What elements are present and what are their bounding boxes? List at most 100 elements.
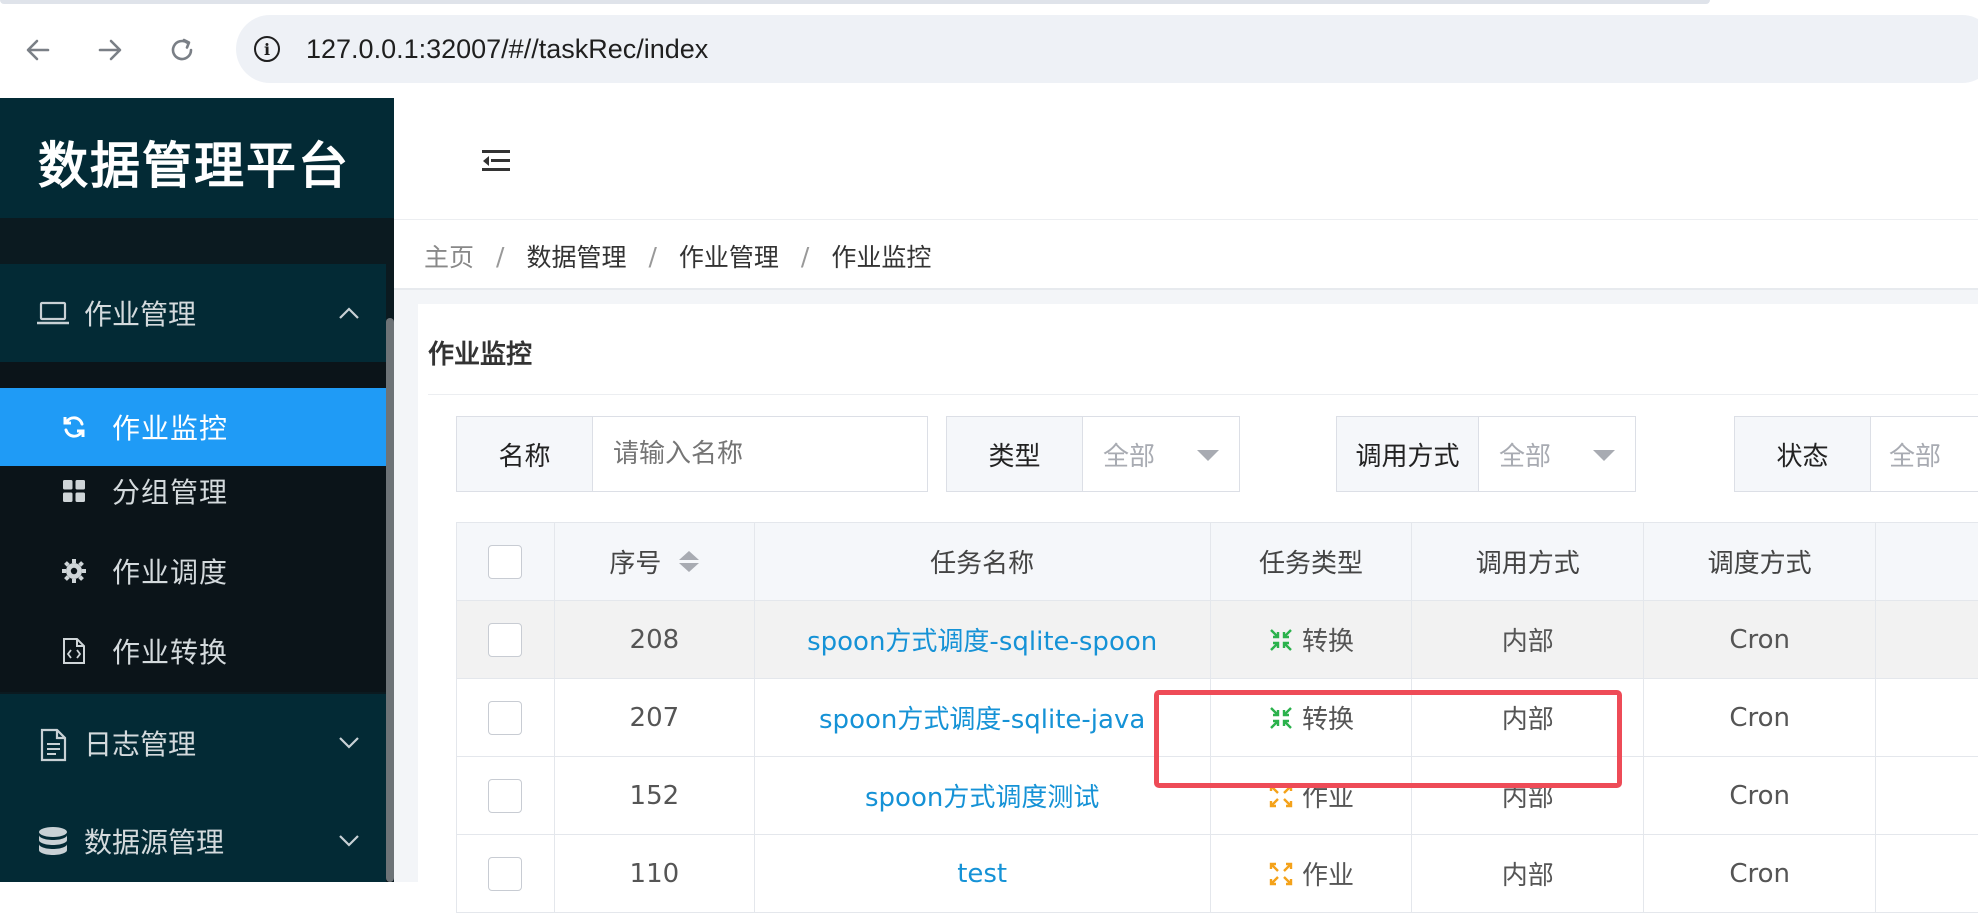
chevron-down-icon <box>338 731 360 756</box>
task-name-link[interactable]: spoon方式调度-sqlite-java <box>819 699 1145 736</box>
refresh-icon <box>60 413 88 441</box>
breadcrumb: 主页 / 数据管理 / 作业管理 / 作业监控 <box>424 236 931 276</box>
type-select[interactable]: 全部 <box>1083 417 1239 491</box>
divider <box>428 394 1978 395</box>
menu-group-datasource-management[interactable]: 数据源管理 <box>0 792 386 882</box>
table-header-row: 序号 任务名称 任务类型 调用方式 调度方式 <box>457 523 1978 601</box>
filter-status[interactable]: 状态 全部 <box>1734 416 1978 492</box>
cell-task-name: spoon方式调度-sqlite-java <box>755 679 1211 756</box>
task-name-link[interactable]: test <box>957 859 1007 889</box>
task-name-link[interactable]: spoon方式调度测试 <box>865 777 1099 814</box>
gear-icon <box>60 557 88 585</box>
row-checkbox-cell <box>457 601 555 678</box>
transform-icon <box>1270 706 1292 729</box>
cell-schedule: Cron <box>1644 757 1877 834</box>
filter-name: 名称 <box>456 416 928 492</box>
code-file-icon <box>60 637 88 665</box>
filter-type[interactable]: 类型 全部 <box>946 416 1240 492</box>
task-name-link[interactable]: spoon方式调度-sqlite-spoon <box>807 621 1157 658</box>
sidebar-item-label: 分组管理 <box>112 476 229 509</box>
menu-group-label: 作业管理 <box>84 298 197 331</box>
url-text[interactable]: 127.0.0.1:32007/#//taskRec/index <box>306 34 708 65</box>
row-checkbox-cell <box>457 835 555 912</box>
filter-label: 名称 <box>457 417 593 491</box>
cell-task-type: 转换 <box>1211 601 1413 678</box>
cell-invoke: 内部 <box>1412 679 1645 756</box>
cell-task-name: spoon方式调度测试 <box>755 757 1211 834</box>
job-table: 序号 任务名称 任务类型 调用方式 调度方式 208 spoon方式调度-sql… <box>456 522 1978 913</box>
header-label: 序号 <box>609 549 662 579</box>
cell-task-name: spoon方式调度-sqlite-spoon <box>755 601 1211 678</box>
page-title: 作业监控 <box>428 340 533 370</box>
sidebar-item-job-transform[interactable]: 作业转换 <box>0 612 386 690</box>
select-value: 全部 <box>1889 441 1942 472</box>
breadcrumb-item: 作业管理 <box>678 243 779 272</box>
cell-invoke: 内部 <box>1412 835 1645 912</box>
cell-invoke: 内部 <box>1412 601 1645 678</box>
header-task-name: 任务名称 <box>755 523 1211 600</box>
table-row[interactable]: 208 spoon方式调度-sqlite-spoon 转换 内部 Cron <box>457 601 1978 679</box>
reload-icon[interactable] <box>164 32 200 68</box>
caret-down-icon <box>1593 450 1615 461</box>
row-checkbox[interactable] <box>488 622 523 657</box>
top-header <box>394 98 1978 220</box>
document-icon <box>36 728 70 762</box>
breadcrumb-item: 数据管理 <box>526 243 627 272</box>
sidebar-scrollbar[interactable] <box>386 318 394 882</box>
select-value: 全部 <box>1499 441 1552 472</box>
caret-down-icon <box>1197 450 1219 461</box>
chevron-down-icon <box>338 829 360 854</box>
cell-extra <box>1876 835 1978 912</box>
menu-collapse-icon[interactable] <box>482 150 512 172</box>
status-select[interactable]: 全部 <box>1871 417 1978 491</box>
breadcrumb-home[interactable]: 主页 <box>424 238 474 274</box>
info-circle-icon[interactable]: i <box>254 36 280 62</box>
invoke-method-select[interactable]: 全部 <box>1479 417 1635 491</box>
database-icon <box>36 826 70 856</box>
select-value: 全部 <box>1103 441 1156 472</box>
filter-label: 状态 <box>1735 417 1871 491</box>
sort-icon[interactable] <box>679 551 700 572</box>
table-row[interactable]: 207 spoon方式调度-sqlite-java 转换 内部 Cron <box>457 679 1978 757</box>
sidebar-item-group-management[interactable]: 分组管理 <box>0 452 386 530</box>
menu-group-log-management[interactable]: 日志管理 <box>0 694 386 792</box>
filter-label: 调用方式 <box>1337 417 1479 491</box>
row-checkbox[interactable] <box>488 778 523 813</box>
breadcrumb-separator: / <box>496 241 505 271</box>
cell-schedule: Cron <box>1644 601 1877 678</box>
job-icon <box>1269 862 1293 885</box>
laptop-icon <box>36 298 70 328</box>
main-content: 主页 / 数据管理 / 作业管理 / 作业监控 作业监控 名称 类型 全部 调用… <box>394 98 1978 913</box>
menu-group-job-management[interactable]: 作业管理 <box>0 264 386 362</box>
header-invoke-method: 调用方式 <box>1412 523 1645 600</box>
sidebar-item-label: 作业监控 <box>112 412 229 445</box>
cell-id: 207 <box>555 679 755 756</box>
row-checkbox[interactable] <box>488 700 523 735</box>
cell-id: 208 <box>555 601 755 678</box>
app-logo-title: 数据管理平台 <box>38 137 350 195</box>
cell-task-type: 转换 <box>1211 679 1413 756</box>
grid-icon <box>60 477 88 505</box>
cell-task-name: test <box>755 835 1211 912</box>
header-checkbox-cell <box>457 523 555 600</box>
menu-group-label: 数据源管理 <box>84 826 225 859</box>
table-row[interactable]: 110 test 作业 内部 Cron <box>457 835 1978 913</box>
arrow-left-icon[interactable] <box>20 32 56 68</box>
name-search-input[interactable] <box>593 417 927 491</box>
filter-invoke-method[interactable]: 调用方式 全部 <box>1336 416 1636 492</box>
arrow-right-icon[interactable] <box>92 32 128 68</box>
task-type-label: 作业 <box>1301 783 1354 813</box>
row-checkbox-cell <box>457 679 555 756</box>
menu-group-label: 日志管理 <box>84 728 197 761</box>
sidebar-item-label: 作业调度 <box>112 556 229 589</box>
task-type-label: 转换 <box>1301 627 1354 657</box>
sidebar: 数据管理平台 作业管理 作业监控 分组管理 作业调度 作业转换 日志管理 数据源… <box>0 98 394 882</box>
header-id[interactable]: 序号 <box>555 523 755 600</box>
table-row[interactable]: 152 spoon方式调度测试 作业 内部 Cron <box>457 757 1978 835</box>
task-type-label: 转换 <box>1301 705 1354 735</box>
cell-task-type: 作业 <box>1211 835 1413 912</box>
row-checkbox[interactable] <box>488 856 523 891</box>
cell-extra <box>1876 757 1978 834</box>
sidebar-item-job-scheduling[interactable]: 作业调度 <box>0 532 386 610</box>
select-all-checkbox[interactable] <box>488 544 523 579</box>
